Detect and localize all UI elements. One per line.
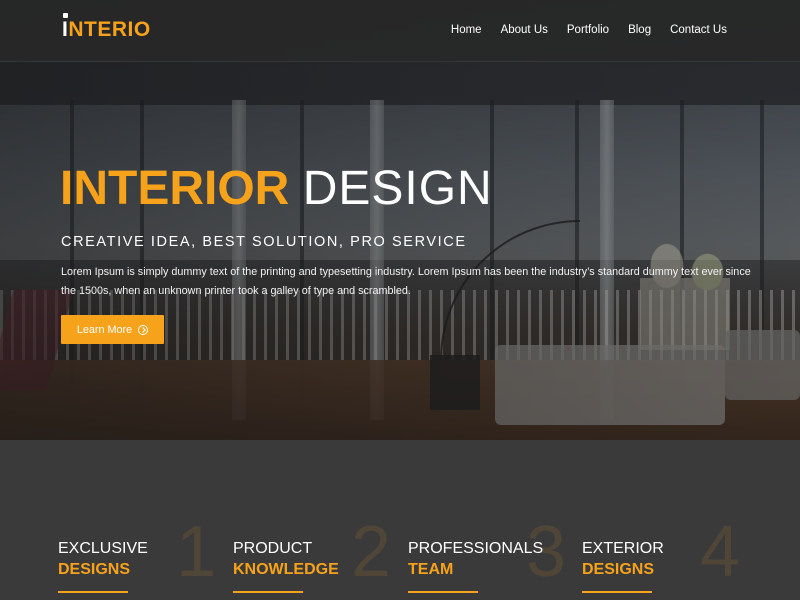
feature-underline xyxy=(233,591,303,593)
feature-item: 2 PRODUCT KNOWLEDGE xyxy=(233,440,408,600)
hero-description: Lorem Ipsum is simply dummy text of the … xyxy=(61,266,751,297)
hero-title: INTERIOR DESIGN xyxy=(60,163,493,215)
navbar: INTERIO Home About Us Portfolio Blog Con… xyxy=(0,0,800,62)
hero-title-light: DESIGN xyxy=(302,162,493,215)
arrow-circle-icon xyxy=(138,324,149,335)
feature-item: 3 PROFESSIONALS TEAM xyxy=(408,440,583,600)
features-section: 1 EXCLUSIVE DESIGNS 2 PRODUCT KNOWLEDGE … xyxy=(0,440,800,600)
feature-item: 4 EXTERIOR DESIGNS xyxy=(582,440,757,600)
nav-home[interactable]: Home xyxy=(451,24,482,36)
hero-subtitle: CREATIVE IDEA, BEST SOLUTION, PRO SERVIC… xyxy=(61,234,467,250)
feature-title-line1: PROFESSIONALS xyxy=(408,540,544,557)
nav-contact-us[interactable]: Contact Us xyxy=(670,24,727,36)
feature-title-line2: DESIGNS xyxy=(58,561,131,578)
feature-title-line2: DESIGNS xyxy=(582,561,655,578)
feature-number: 4 xyxy=(700,512,741,592)
feature-item: 1 EXCLUSIVE DESIGNS xyxy=(58,440,233,600)
learn-more-button[interactable]: Learn More xyxy=(61,315,164,344)
nav-blog[interactable]: Blog xyxy=(628,24,651,36)
logo[interactable]: INTERIO xyxy=(62,13,151,42)
feature-title-line2: TEAM xyxy=(408,561,454,578)
main-nav: Home About Us Portfolio Blog Contact Us xyxy=(451,24,727,36)
hero-title-bold: INTERIOR xyxy=(60,162,290,215)
hero-overlay xyxy=(0,0,800,440)
feature-title-line1: EXTERIOR xyxy=(582,540,664,557)
hero-background xyxy=(0,0,800,440)
feature-title-line1: PRODUCT xyxy=(233,540,313,557)
nav-portfolio[interactable]: Portfolio xyxy=(567,24,609,36)
feature-number: 1 xyxy=(176,512,217,592)
logo-text: NTERIO xyxy=(68,18,151,41)
feature-number: 2 xyxy=(351,512,392,592)
feature-title-line2: KNOWLEDGE xyxy=(233,561,339,578)
logo-dot xyxy=(63,13,68,18)
feature-underline xyxy=(408,591,478,593)
feature-underline xyxy=(58,591,128,593)
feature-title-line1: EXCLUSIVE xyxy=(58,540,148,557)
learn-more-label: Learn More xyxy=(76,323,133,336)
nav-about-us[interactable]: About Us xyxy=(501,24,548,36)
feature-underline xyxy=(582,591,652,593)
